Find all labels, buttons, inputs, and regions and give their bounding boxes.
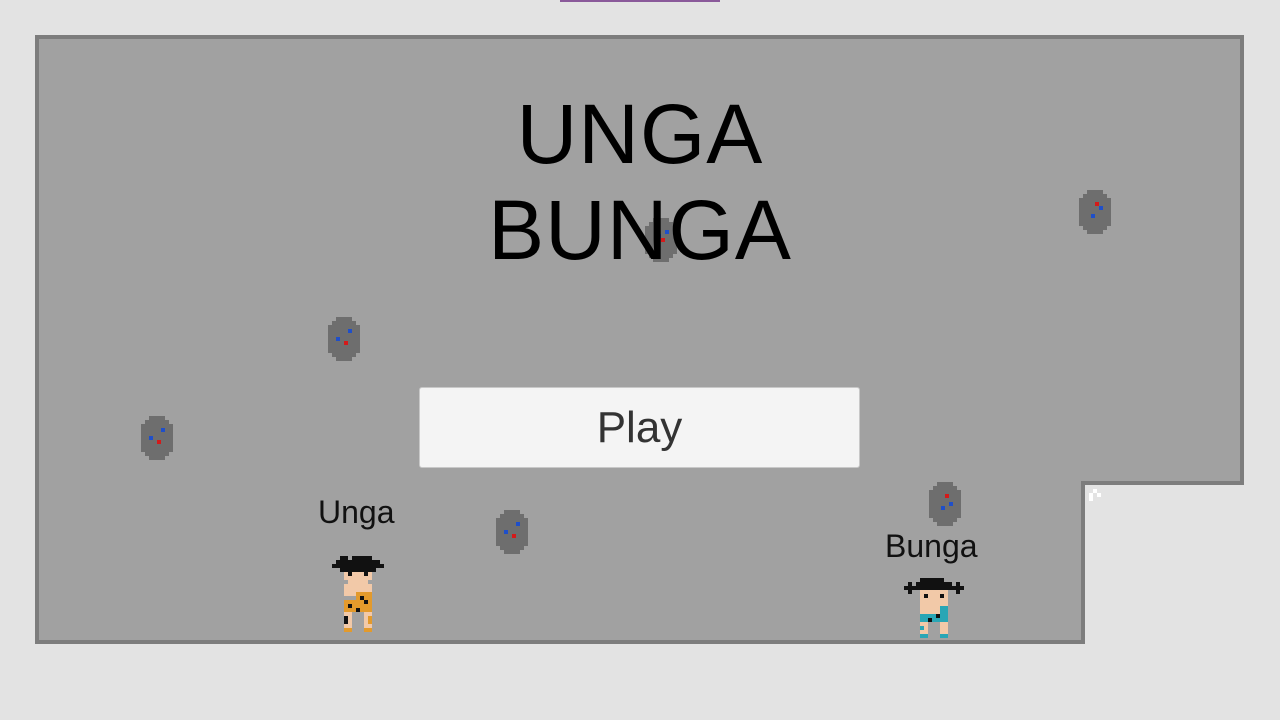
rock-with-gems-icon [929, 482, 961, 526]
rock-with-gems-icon [328, 317, 360, 361]
player-name-bunga: Bunga [885, 528, 978, 564]
rock-with-gems-icon [1079, 190, 1111, 234]
play-button[interactable]: Play [419, 387, 860, 468]
game-title: UNGA BUNGA [440, 86, 840, 278]
game-title-line-2: BUNGA [488, 183, 792, 277]
caveman-teal-sprite [904, 578, 964, 638]
caveman-orange-sprite [332, 556, 384, 632]
player-name-unga: Unga [318, 494, 395, 530]
rock-with-gems-icon [141, 416, 173, 460]
corner-spark-icon [1089, 489, 1101, 501]
game-title-line-1: UNGA [516, 87, 764, 181]
rock-with-gems-icon [496, 510, 528, 554]
